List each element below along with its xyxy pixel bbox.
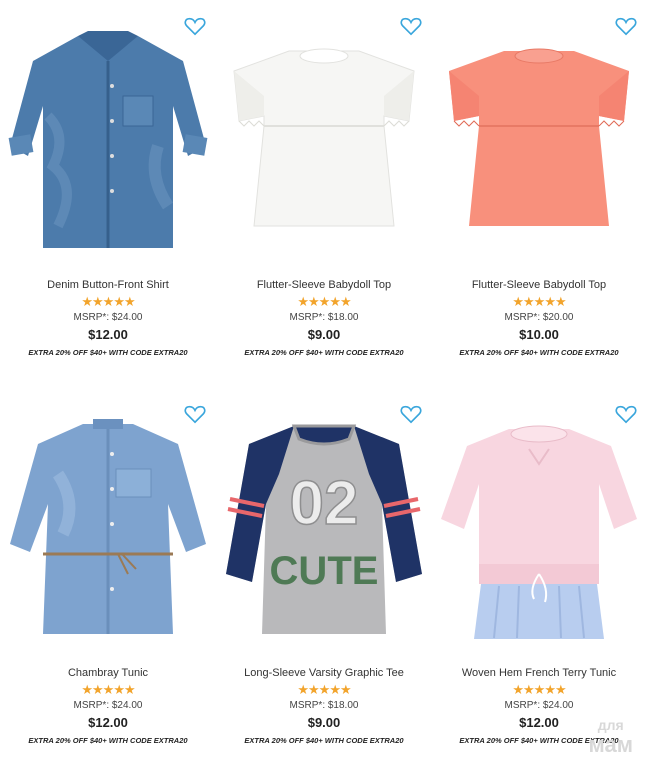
- promo-text: EXTRA 20% OFF $40+ WITH CODE EXTRA20: [28, 348, 188, 357]
- product-name[interactable]: Denim Button-Front Shirt: [0, 279, 216, 291]
- graphic-word: CUTE: [270, 549, 379, 593]
- product-grid: Denim Button-Front Shirt ★★★★★ MSRP*: $2…: [0, 0, 647, 769]
- msrp-price: MSRP*: $18.00: [289, 700, 359, 711]
- product-card[interactable]: Denim Button-Front Shirt ★★★★★ MSRP*: $2…: [0, 0, 216, 384]
- msrp-price: MSRP*: $24.00: [73, 312, 143, 323]
- sale-price: $9.00: [307, 715, 341, 730]
- rating-stars: ★★★★★: [81, 294, 135, 309]
- rating-stars: ★★★★★: [81, 682, 135, 697]
- promo-text: EXTRA 20% OFF $40+ WITH CODE EXTRA20: [244, 348, 404, 357]
- product-name[interactable]: Long-Sleeve Varsity Graphic Tee: [216, 667, 432, 679]
- sale-price: $12.00: [88, 327, 128, 342]
- product-card[interactable]: 02 CUTE Long-Sleeve Varsity Graphic Tee …: [216, 388, 432, 772]
- product-name[interactable]: Woven Hem French Terry Tunic: [431, 667, 647, 679]
- promo-text: EXTRA 20% OFF $40+ WITH CODE EXTRA20: [28, 736, 188, 745]
- watermark-line2: мам: [588, 732, 634, 757]
- product-card[interactable]: Flutter-Sleeve Babydoll Top ★★★★★ MSRP*:…: [216, 0, 432, 384]
- sale-price: $9.00: [307, 327, 341, 342]
- product-name[interactable]: Chambray Tunic: [0, 667, 216, 679]
- promo-text: EXTRA 20% OFF $40+ WITH CODE EXTRA20: [244, 736, 404, 745]
- msrp-price: MSRP*: $24.00: [504, 700, 574, 711]
- product-image-chambray-tunic[interactable]: [8, 414, 208, 642]
- product-card[interactable]: Flutter-Sleeve Babydoll Top ★★★★★ MSRP*:…: [431, 0, 647, 384]
- msrp-price: MSRP*: $20.00: [504, 312, 574, 323]
- watermark: для мам: [588, 715, 634, 757]
- sale-price: $10.00: [519, 327, 559, 342]
- product-name[interactable]: Flutter-Sleeve Babydoll Top: [216, 279, 432, 291]
- product-image-denim-shirt[interactable]: [8, 26, 208, 254]
- rating-stars: ★★★★★: [297, 682, 351, 697]
- product-image-varsity-graphic-tee[interactable]: 02 CUTE: [224, 414, 424, 642]
- product-image-pink-terry-tunic[interactable]: [439, 414, 639, 642]
- product-card[interactable]: Chambray Tunic ★★★★★ MSRP*: $24.00 $12.0…: [0, 388, 216, 772]
- promo-text: EXTRA 20% OFF $40+ WITH CODE EXTRA20: [459, 348, 619, 357]
- graphic-number: 02: [290, 469, 359, 538]
- sale-price: $12.00: [88, 715, 128, 730]
- rating-stars: ★★★★★: [512, 682, 566, 697]
- rating-stars: ★★★★★: [297, 294, 351, 309]
- product-image-white-babydoll-top[interactable]: [224, 26, 424, 254]
- rating-stars: ★★★★★: [512, 294, 566, 309]
- product-image-coral-babydoll-top[interactable]: [439, 26, 639, 254]
- msrp-price: MSRP*: $24.00: [73, 700, 143, 711]
- product-name[interactable]: Flutter-Sleeve Babydoll Top: [431, 279, 647, 291]
- msrp-price: MSRP*: $18.00: [289, 312, 359, 323]
